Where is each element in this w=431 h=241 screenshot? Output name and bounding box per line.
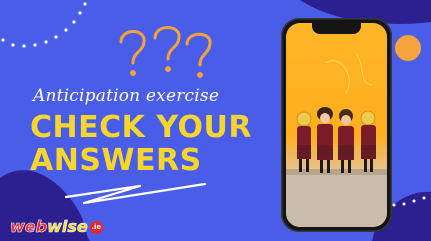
headline-line-2: ANSWERS xyxy=(30,143,202,178)
webwise-logo: webwise .ie xyxy=(10,217,103,236)
slide-subtitle: Anticipation exercise xyxy=(33,86,220,106)
students-photo-image xyxy=(286,52,387,227)
phone-screen-photo xyxy=(286,23,387,227)
logo-part-wise: wise xyxy=(47,217,88,236)
headline-line-1: CHECK YOUR xyxy=(30,110,252,145)
phone-mockup xyxy=(281,18,392,232)
logo-part-web: web xyxy=(10,217,48,236)
logo-suffix-badge: .ie xyxy=(89,221,103,234)
phone-notch xyxy=(312,23,361,34)
slide-canvas: Anticipation exercise CHECK YOUR ANSWERS xyxy=(0,0,431,241)
